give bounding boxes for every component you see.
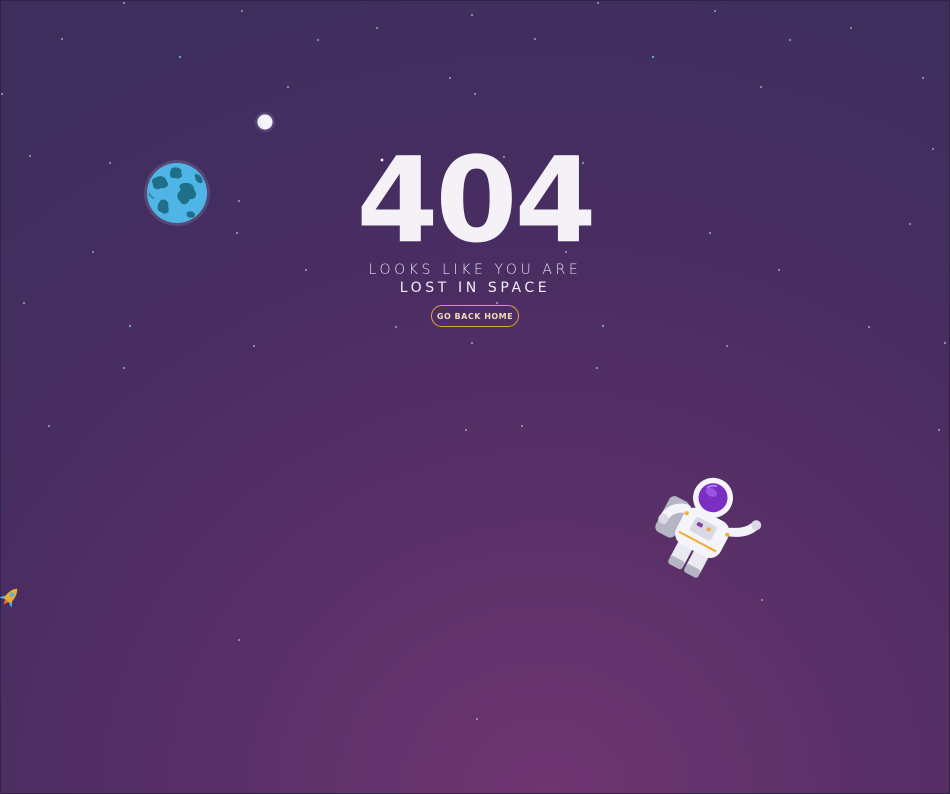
rocket-icon [0,588,18,608]
astronaut-icon [655,477,762,578]
error-message-line-2: LOST IN SPACE [399,280,551,296]
error-message-line-1: LOOKS LIKE YOU ARE [368,262,582,278]
error-code: 404 [356,131,596,269]
moon-icon [254,111,276,133]
go-back-home-button[interactable]: GO BACK HOME [431,305,519,327]
starfield [0,1,947,721]
